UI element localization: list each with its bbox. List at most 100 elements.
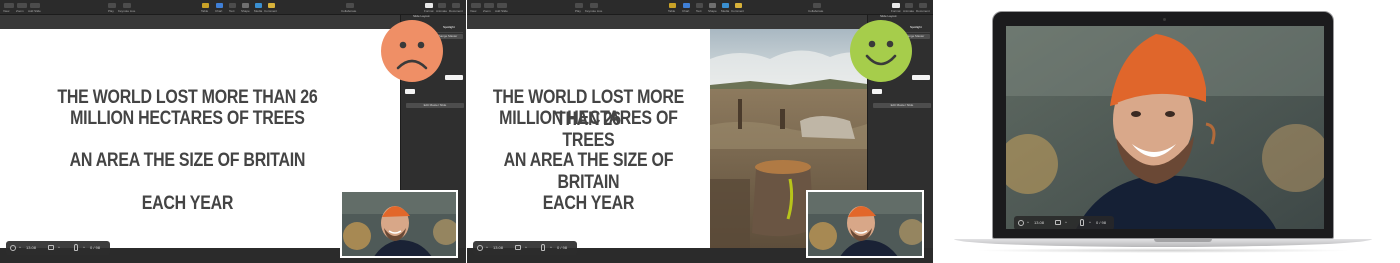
format-label: Format: [891, 9, 901, 13]
sidebar-checkbox[interactable]: [872, 89, 882, 94]
settings-icon[interactable]: [10, 245, 16, 251]
slide-title-line-2: MILLION HECTARES OF TREES: [499, 108, 678, 151]
chevron-icon[interactable]: ^: [525, 241, 527, 255]
collaborate-label: Collaborate: [341, 9, 357, 13]
chevron-icon[interactable]: ^: [1089, 216, 1091, 229]
text-icon[interactable]: [229, 3, 236, 8]
hand-icon[interactable]: [541, 244, 545, 251]
comment-icon[interactable]: [268, 3, 275, 8]
settings-icon[interactable]: [1018, 220, 1024, 226]
shape-icon[interactable]: [709, 3, 716, 8]
comment-icon[interactable]: [735, 3, 742, 8]
chart-label: Chart: [682, 9, 690, 13]
laptop-notch: [1154, 239, 1212, 242]
display-icon[interactable]: [48, 245, 54, 250]
media-label: Media: [254, 9, 263, 13]
play-button[interactable]: [108, 3, 116, 8]
sidebar-tab-spotlight[interactable]: Spotlight: [443, 25, 455, 29]
format-icon[interactable]: [892, 3, 900, 8]
sidebar-title: Slide Layout: [413, 14, 430, 18]
comment-label: Comment: [731, 9, 745, 13]
chevron-icon[interactable]: ^: [58, 241, 60, 255]
text-icon[interactable]: [696, 3, 703, 8]
document-icon[interactable]: [919, 3, 927, 8]
media-label: Media: [721, 9, 730, 13]
media-icon[interactable]: [722, 3, 729, 8]
laptop-presenter-view: ^ 13.08 ^ ^ 0 / 98: [934, 0, 1400, 263]
shape-icon[interactable]: [242, 3, 249, 8]
slide-counter: 0 / 98: [90, 245, 101, 250]
format-icon[interactable]: [425, 3, 433, 8]
laptop-screen: ^ 13.08 ^ ^ 0 / 98: [1006, 26, 1324, 229]
add-slide-label: Add Slide: [495, 9, 508, 13]
keynote-window-before: View Zoom Add Slide Play Keynote Live Ta…: [0, 0, 466, 263]
view-button[interactable]: [4, 3, 14, 8]
timer-readout: 13.08: [1034, 220, 1045, 225]
zoom-label: Zoom: [16, 9, 24, 13]
presenter-controls: ^ 13.08 ^ ^ 0 / 98: [1014, 216, 1114, 229]
edit-master-slide-button[interactable]: Edit Master Slide: [406, 103, 464, 108]
display-icon[interactable]: [515, 245, 521, 250]
chevron-icon[interactable]: ^: [486, 241, 488, 255]
table-label: Table: [201, 9, 209, 13]
text-label: Text: [696, 9, 702, 13]
sidebar-checkbox[interactable]: [405, 89, 415, 94]
play-label: Play: [575, 9, 581, 13]
collaborate-icon[interactable]: [346, 3, 354, 8]
slide-subtitle: AN AREA THE SIZE OF BRITAIN: [69, 150, 306, 171]
chevron-icon[interactable]: ^: [550, 241, 552, 255]
chevron-icon[interactable]: ^: [1027, 216, 1029, 229]
sidebar-field[interactable]: [445, 75, 463, 80]
play-label: Play: [108, 9, 114, 13]
collaborate-icon[interactable]: [813, 3, 821, 8]
chart-icon[interactable]: [216, 3, 223, 8]
presenter-webcam: [340, 190, 458, 258]
hand-icon[interactable]: [74, 244, 78, 251]
sidebar-title: Slide Layout: [880, 14, 897, 18]
presenter-webcam: [806, 190, 924, 258]
keynote-live-button[interactable]: [590, 3, 598, 8]
toolbar: View Zoom Add Slide Play Keynote Live Ta…: [0, 0, 466, 15]
slide-subtitle: AN AREA THE SIZE OF BRITAIN: [503, 150, 674, 193]
slide-footer: EACH YEAR: [141, 193, 234, 214]
text-label: Text: [229, 9, 235, 13]
comment-label: Comment: [264, 9, 278, 13]
chart-icon[interactable]: [683, 3, 690, 8]
timer-readout: 13.08: [493, 245, 504, 250]
chevron-icon[interactable]: ^: [83, 241, 85, 255]
zoom-button[interactable]: [17, 3, 27, 8]
sidebar-field[interactable]: [912, 75, 930, 80]
keynote-live-button[interactable]: [123, 3, 131, 8]
settings-icon[interactable]: [477, 245, 483, 251]
table-icon[interactable]: [202, 3, 209, 8]
sad-face-icon: [381, 20, 443, 82]
slide-counter: 0 / 98: [557, 245, 568, 250]
zoom-button[interactable]: [484, 3, 494, 8]
document-label: Document: [916, 9, 930, 13]
animate-icon[interactable]: [905, 3, 913, 8]
table-icon[interactable]: [669, 3, 676, 8]
document-icon[interactable]: [452, 3, 460, 8]
shape-label: Shape: [708, 9, 717, 13]
add-slide-label: Add Slide: [28, 9, 41, 13]
add-slide-button[interactable]: [30, 3, 40, 8]
add-slide-button[interactable]: [497, 3, 507, 8]
chevron-icon[interactable]: ^: [1065, 216, 1067, 229]
view-button[interactable]: [471, 3, 481, 8]
presenter-controls: ^ 13.08 ^ ^ 0 / 98: [473, 241, 577, 255]
laptop-shadow: [974, 248, 1352, 253]
media-icon[interactable]: [255, 3, 262, 8]
toolbar: View Zoom Add Slide Play Keynote Live Ta…: [467, 0, 933, 15]
happy-face-icon: [850, 20, 912, 82]
slide-counter: 0 / 98: [1096, 220, 1107, 225]
display-icon[interactable]: [1055, 220, 1061, 225]
animate-icon[interactable]: [438, 3, 446, 8]
presenter-controls: ^ 13.08 ^ ^ 0 / 98: [6, 241, 110, 255]
edit-master-slide-button[interactable]: Edit Master Slide: [873, 103, 931, 108]
hand-icon[interactable]: [1080, 219, 1084, 226]
shape-label: Shape: [241, 9, 250, 13]
slide-footer: EACH YEAR: [542, 193, 635, 214]
document-label: Document: [449, 9, 463, 13]
play-button[interactable]: [575, 3, 583, 8]
chevron-icon[interactable]: ^: [19, 241, 21, 255]
